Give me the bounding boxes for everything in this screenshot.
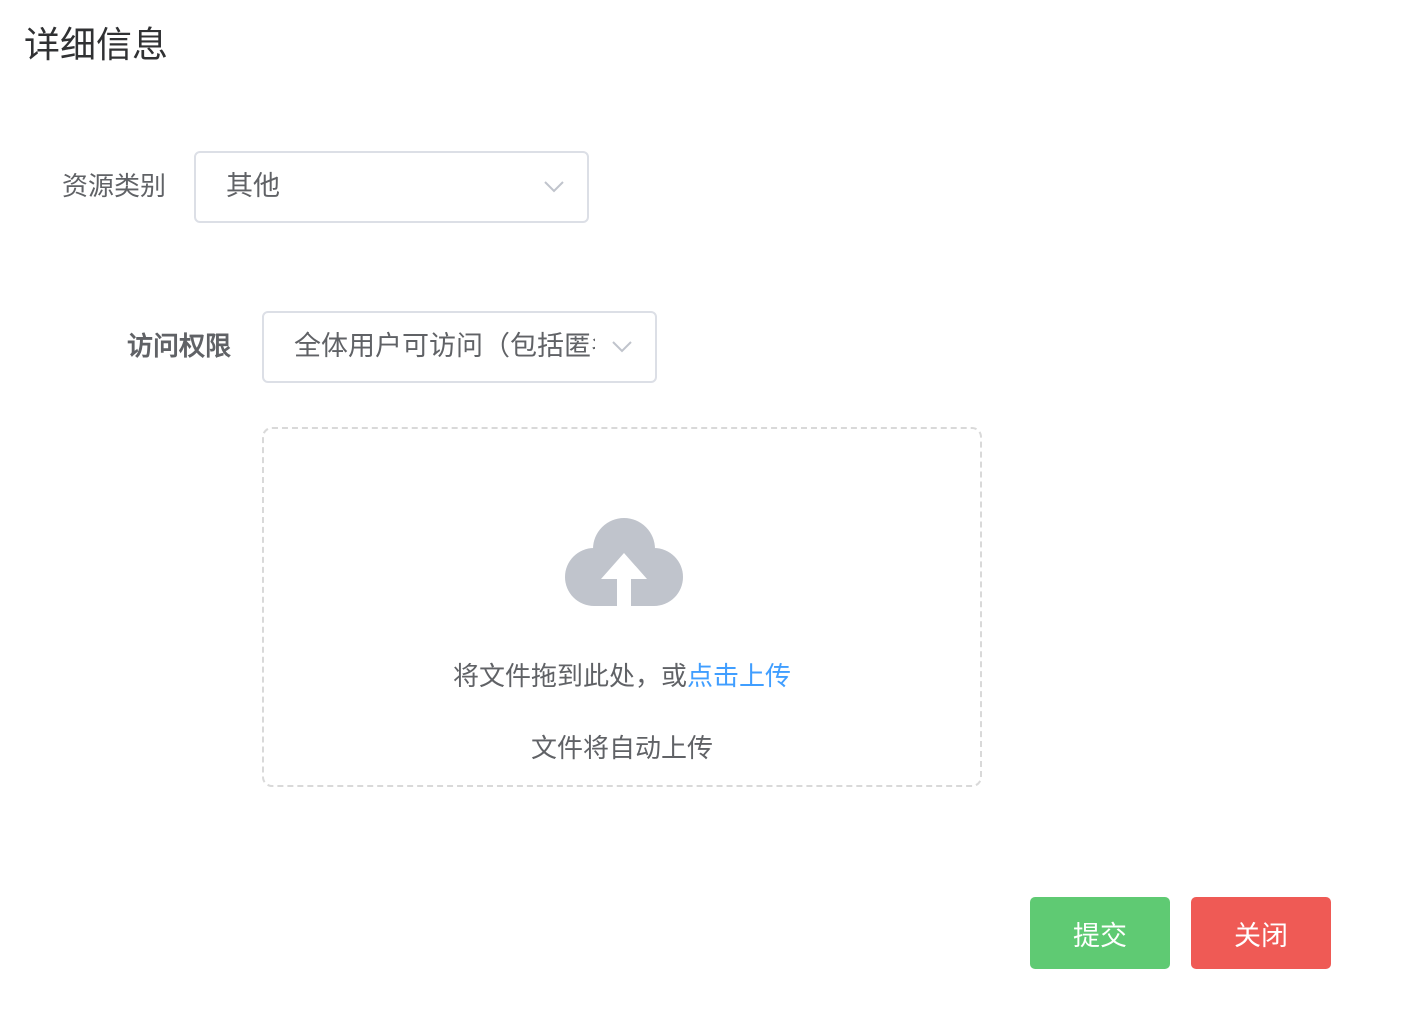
- chevron-down-icon: [544, 181, 564, 193]
- access-label: 访问权限: [127, 332, 232, 362]
- cloud-upload-icon: [565, 518, 683, 606]
- chevron-down-icon: [612, 341, 632, 353]
- access-select[interactable]: 全体用户可访问（包括匿名用户）: [262, 311, 657, 383]
- upload-drag-text: 将文件拖到此处，或: [452, 662, 687, 692]
- upload-instructions: 将文件拖到此处，或点击上传: [264, 659, 980, 695]
- page-title: 详细信息: [24, 25, 169, 66]
- upload-click-link[interactable]: 点击上传: [687, 662, 791, 692]
- resource-type-value: 其他: [226, 171, 280, 202]
- close-button[interactable]: 关闭: [1191, 897, 1331, 969]
- upload-tip: 文件将自动上传: [530, 734, 713, 764]
- resource-type-select[interactable]: 其他: [194, 151, 589, 223]
- resource-type-label: 资源类别: [62, 172, 167, 202]
- upload-dropzone[interactable]: 将文件拖到此处，或点击上传 文件将自动上传: [262, 427, 982, 787]
- access-value: 全体用户可访问（包括匿名用户）: [294, 331, 595, 362]
- submit-button[interactable]: 提交: [1030, 897, 1170, 969]
